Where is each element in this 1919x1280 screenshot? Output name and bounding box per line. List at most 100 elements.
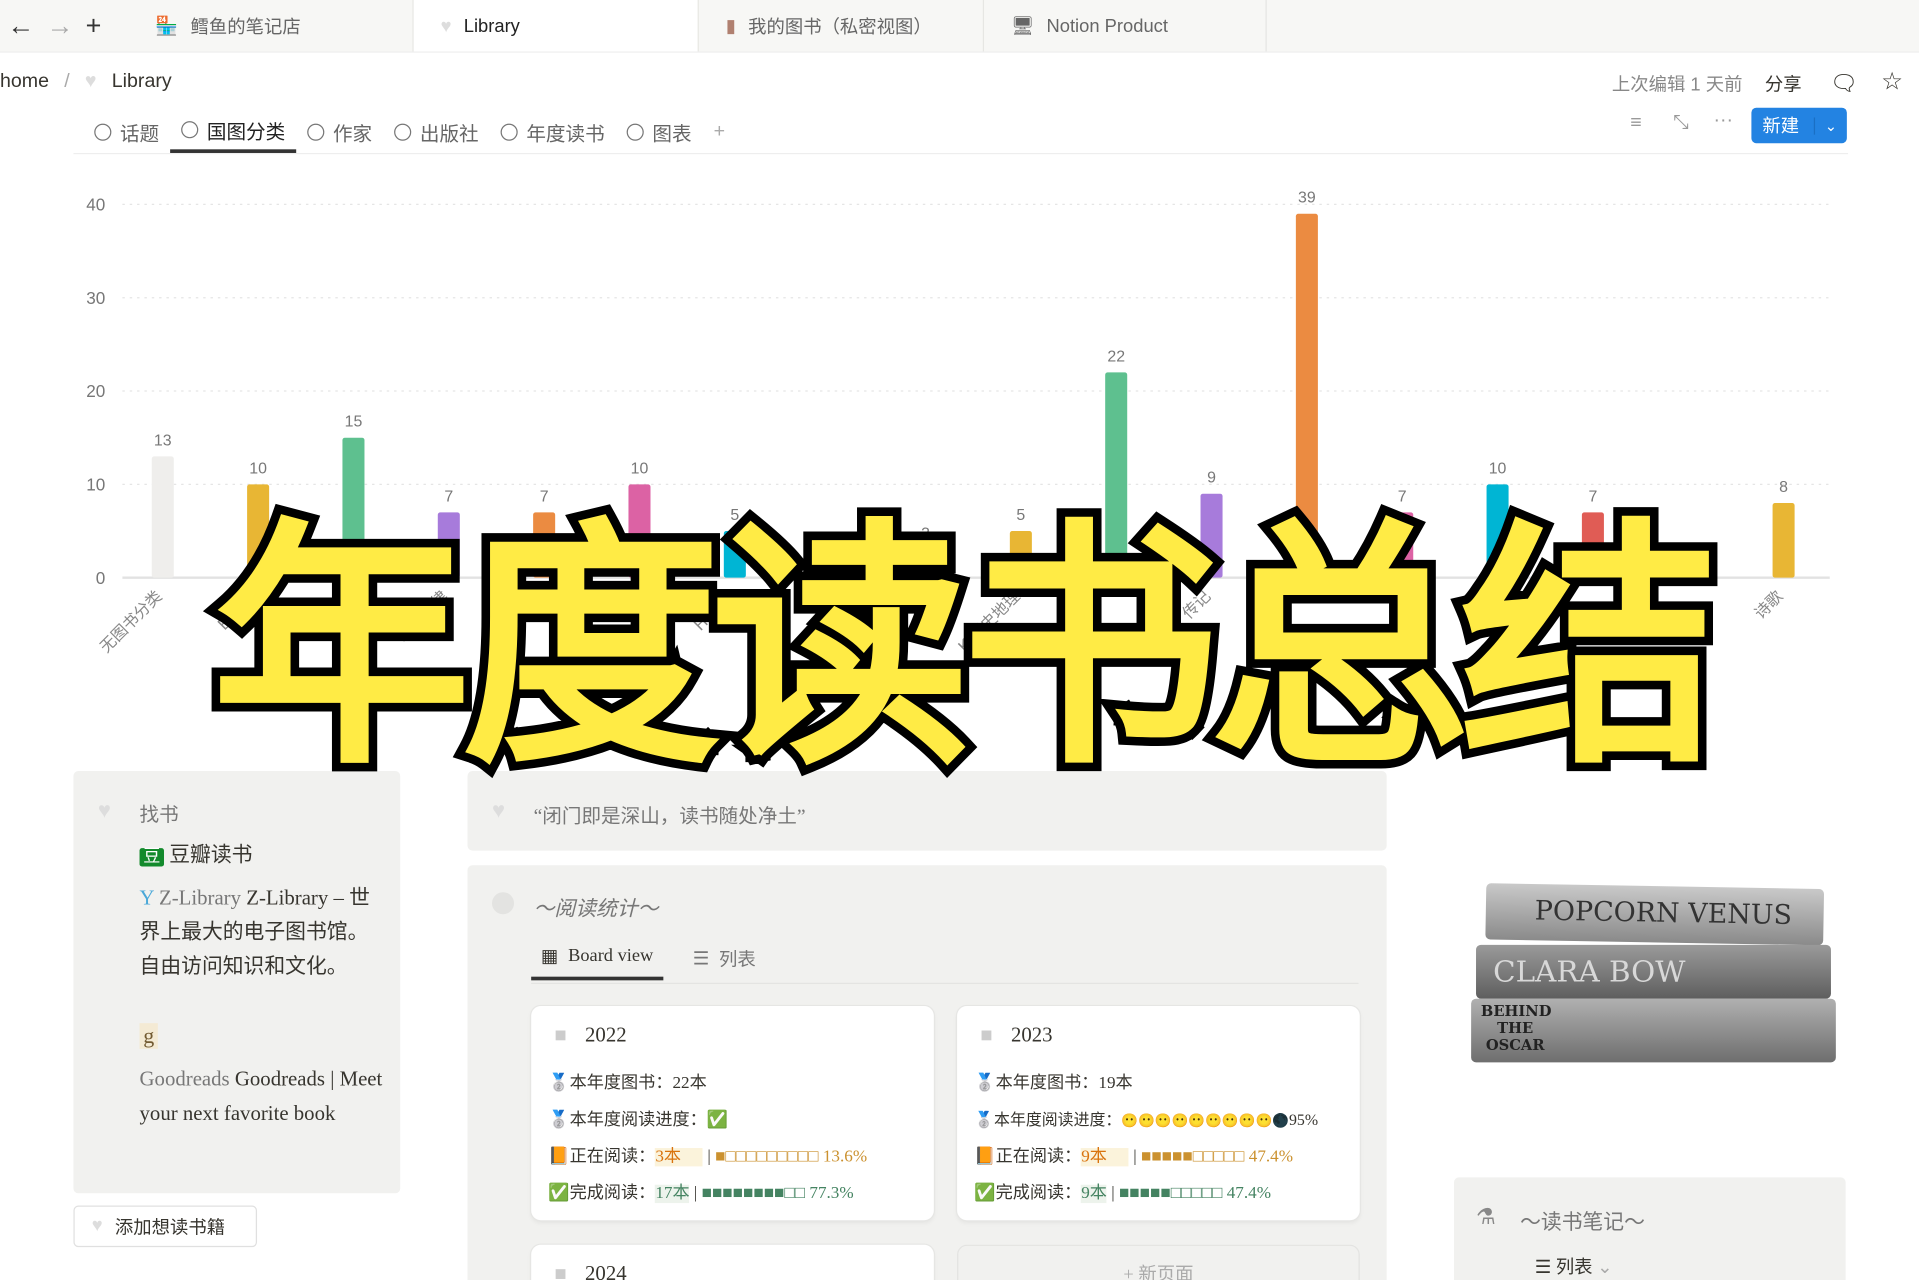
- book-spine-title: BEHIND THE OSCAR: [1480, 1002, 1552, 1054]
- done-row: ✅完成阅读：17本 | ■■■■■■■■□□ 77.3%: [548, 1184, 854, 1204]
- link-name: Goodreads: [139, 1067, 230, 1091]
- stats-title: ～阅读统计～: [533, 897, 659, 921]
- clock-icon: [307, 123, 325, 141]
- data-label: 10: [631, 460, 649, 477]
- expand-icon[interactable]: ⤡: [1673, 113, 1689, 135]
- done-bar: ■■■■■□□□□□: [1118, 1184, 1223, 1204]
- year-card-2024[interactable]: 2024: [531, 1244, 934, 1280]
- page-icon: [555, 1269, 566, 1279]
- tab-label: Library: [463, 15, 520, 37]
- add-wishlist-button[interactable]: ♥ 添加想读书籍: [73, 1205, 258, 1248]
- progress: 🥈本年度阅读进度：✅: [548, 1111, 729, 1130]
- view-label: 列表: [1555, 1258, 1593, 1278]
- y-tick-label: 10: [86, 474, 105, 494]
- library-emoji-icon: 🏪: [155, 15, 179, 37]
- reading-row: 📙正在阅读：3本 | ■□□□□□□□□□ 13.6%: [548, 1148, 868, 1167]
- heart-icon: ♥: [97, 797, 111, 823]
- browser-tab-bar: ← → + 🏪 鳕鱼的笔记店 ♥ Library ▮ 我的图书（私密视图） 🖥 Noti…: [0, 0, 1919, 53]
- find-books-panel: ♥ 找书 豆 豆瓣读书 Y Z-Library Z-Library – 世界上最…: [73, 771, 401, 1194]
- view-tab[interactable]: 出版社: [383, 110, 489, 153]
- new-page-button[interactable]: + 新页面: [957, 1244, 1360, 1280]
- reading-label: 正在阅读：: [569, 1148, 656, 1167]
- notes-icon: ⚗: [1476, 1204, 1496, 1229]
- done-row: ✅完成阅读：9本 | ■■■■■□□□□□ 47.4%: [974, 1184, 1272, 1204]
- data-label: 13: [154, 432, 172, 449]
- book-spine: CLARA BOW: [1476, 944, 1831, 999]
- view-label: 出版社: [419, 124, 479, 146]
- breadcrumb: home / ♥ Library: [0, 71, 172, 93]
- reading-percent: 47.4%: [1248, 1148, 1294, 1167]
- browser-tab[interactable]: 🏪 鳕鱼的笔记店: [129, 0, 414, 52]
- book-stack-image: POPCORN VENUS CLARA BOW BEHIND THE OSCAR: [1469, 881, 1836, 1065]
- book-spine: POPCORN VENUS: [1485, 883, 1825, 946]
- goodreads-link[interactable]: Goodreads Goodreads | Meet your next fav…: [140, 1062, 385, 1131]
- notes-view-selector[interactable]: ☰ 列表 ⌄: [1535, 1253, 1613, 1279]
- card-title: 2022: [585, 1023, 627, 1047]
- done-percent: 47.4%: [1226, 1184, 1272, 1204]
- tab-board-view[interactable]: ▦ Board view: [531, 936, 664, 981]
- link-text: 豆瓣读书: [169, 843, 253, 867]
- done-count: 17本: [655, 1184, 690, 1204]
- book-spine: BEHIND THE OSCAR: [1471, 998, 1836, 1063]
- more-icon[interactable]: ···: [1713, 110, 1733, 132]
- zlibrary-icon: Y: [139, 886, 154, 910]
- year-card-2023[interactable]: 2023 🥈本年度图书：19本 🥈本年度阅读进度：😶😶😶😶😶😶😶😶😶🌑95% 📙…: [957, 1006, 1360, 1221]
- comment-icon[interactable]: 🗨: [1830, 71, 1858, 97]
- new-label: 新建: [1762, 116, 1800, 138]
- browser-tab[interactable]: 🖥 Notion Product: [984, 0, 1267, 52]
- y-tick-label: 20: [86, 381, 105, 401]
- view-tab[interactable]: 作家: [296, 110, 383, 153]
- new-page-label: + 新页面: [1123, 1265, 1194, 1280]
- view-tab[interactable]: 年度读书: [490, 110, 616, 153]
- douban-link[interactable]: 豆 豆瓣读书: [139, 837, 253, 868]
- browser-tab-active[interactable]: ♥ Library: [413, 0, 699, 52]
- button-label: 添加想读书籍: [114, 1218, 226, 1238]
- progress: 🥈本年度阅读进度：😶😶😶😶😶😶😶😶😶🌑95%: [974, 1110, 1319, 1129]
- list-icon: ☰: [1534, 1258, 1552, 1278]
- done-label: 完成阅读：: [569, 1184, 656, 1204]
- view-label: 作家: [332, 124, 373, 146]
- progress-emoji: 😶😶😶😶😶😶😶😶😶🌑: [1121, 1113, 1289, 1129]
- chevron-down-icon[interactable]: ⌄: [1813, 116, 1837, 135]
- view-tab[interactable]: 话题: [83, 110, 170, 153]
- tab-label: Board view: [568, 946, 654, 966]
- data-label: 10: [249, 460, 267, 477]
- star-icon[interactable]: ☆: [1881, 66, 1903, 97]
- view-tab[interactable]: 国图分类: [170, 110, 297, 153]
- reading-percent: 13.6%: [822, 1148, 868, 1167]
- view-label: 国图分类: [206, 122, 286, 144]
- filter-icon[interactable]: ≡: [1630, 113, 1641, 135]
- browser-tab[interactable]: ▮ 我的图书（私密视图）: [699, 0, 985, 52]
- reading-stats-panel: ～阅读统计～ ▦ Board view ☰ 列表 2022 🥈本年度图书：22本 🥈…: [467, 865, 1387, 1280]
- add-view-button[interactable]: +: [703, 110, 736, 153]
- new-tab-plus-icon[interactable]: +: [86, 10, 102, 42]
- data-label: 9: [1207, 470, 1216, 487]
- books-count-text: 本年度图书：19本: [995, 1074, 1133, 1093]
- heart-icon: ♥: [440, 15, 452, 37]
- link-name: Z-Library: [158, 886, 242, 910]
- new-button[interactable]: 新建 ⌄: [1751, 107, 1847, 144]
- clock-icon: [394, 123, 412, 141]
- breadcrumb-home[interactable]: home: [0, 71, 49, 92]
- done-count: 9本: [1081, 1184, 1107, 1204]
- list-icon: ☰: [692, 949, 710, 969]
- share-button[interactable]: 分享: [1765, 71, 1802, 97]
- divider: [73, 152, 1849, 155]
- reading-count: 3本: [655, 1148, 704, 1167]
- book-icon: ▮: [725, 15, 736, 37]
- forward-arrow-icon[interactable]: →: [47, 10, 74, 42]
- bar[interactable]: [1772, 503, 1795, 578]
- tab-list[interactable]: ☰ 列表: [693, 936, 756, 980]
- page-icon: [981, 1030, 992, 1041]
- back-arrow-icon[interactable]: ←: [7, 10, 34, 42]
- tab-label: 鳕鱼的笔记店: [190, 16, 301, 38]
- breadcrumb-library[interactable]: Library: [112, 71, 172, 92]
- reading-bar: ■□□□□□□□□□: [715, 1148, 819, 1167]
- year-card-2022[interactable]: 2022 🥈本年度图书：22本 🥈本年度阅读进度：✅ 📙正在阅读：3本 | ■□…: [531, 1006, 934, 1221]
- books-count: 🥈本年度图书：22本: [548, 1074, 707, 1093]
- data-label: 39: [1298, 190, 1316, 207]
- reading-bar: ■■■■■□□□□□: [1140, 1148, 1245, 1167]
- zlibrary-link[interactable]: Y Z-Library Z-Library – 世界上最大的电子图书馆。自由访问…: [140, 881, 385, 984]
- reading-label: 正在阅读：: [995, 1148, 1082, 1167]
- view-tab[interactable]: 图表: [616, 110, 703, 153]
